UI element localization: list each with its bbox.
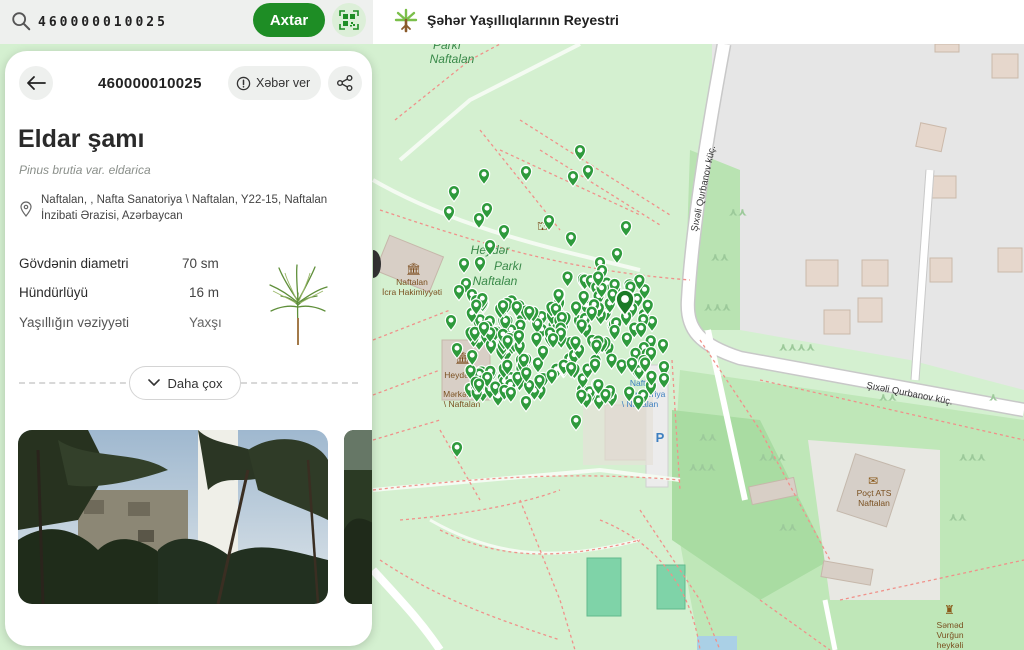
hakimiyyet-label-1: Naftalan (396, 277, 428, 287)
svg-text:🏛: 🏛 (406, 262, 421, 276)
svg-text:⋏ ⋏ ⋏ ⋏: ⋏ ⋏ ⋏ ⋏ (780, 342, 814, 352)
svg-text:⋏ ⋏ ⋏: ⋏ ⋏ ⋏ (705, 302, 730, 312)
share-icon (337, 75, 353, 91)
tree-id: 460000010025 (98, 75, 202, 92)
svg-text:✉: ✉ (868, 474, 878, 488)
search-icon (12, 12, 31, 31)
samad-label-1: Səməd (937, 620, 964, 630)
tree-common-name: Eldar şamı (18, 125, 145, 153)
svg-text:⋏ ⋏ ⋏: ⋏ ⋏ ⋏ (760, 452, 785, 462)
search-button[interactable]: Axtar (253, 3, 325, 37)
report-button[interactable]: Xəbər ver (228, 66, 321, 100)
qr-scan-button[interactable] (332, 3, 366, 37)
svg-text:⋏ ⋏: ⋏ ⋏ (780, 522, 796, 532)
show-more-button[interactable]: Daha çox (129, 366, 241, 400)
species-illustration (269, 264, 328, 345)
attr-label-condition: Yaşıllığın vəziyyəti (19, 315, 130, 330)
report-label: Xəbər ver (256, 76, 311, 90)
alert-circle-icon (236, 76, 251, 90)
hakimiyyet-label-2: İcra Hakimiyyəti (382, 287, 442, 297)
post-label-2: Naftalan (858, 498, 890, 508)
samad-label-2: Vurğun (936, 630, 963, 640)
svg-text:⋏ ⋏ ⋏: ⋏ ⋏ ⋏ (960, 452, 985, 462)
attr-label-diameter: Gövdənin diametri (19, 256, 129, 271)
park-label-top-2: Naftalan (430, 52, 475, 66)
tree-photo-next[interactable] (344, 430, 372, 604)
park-label-top-1: Parkı (433, 44, 461, 52)
attr-value-condition: Yaxşı (189, 315, 222, 330)
logo-icon (394, 8, 418, 33)
poi-samad-icon[interactable]: ♜ (944, 603, 955, 617)
share-button[interactable] (328, 66, 362, 100)
chevron-down-icon (147, 379, 160, 386)
back-button[interactable] (19, 66, 53, 100)
svg-text:⋏ ⋏: ⋏ ⋏ (950, 512, 966, 522)
park-label-mid-3: Naftalan (473, 274, 518, 288)
svg-text:⋏ ⋏: ⋏ ⋏ (730, 207, 746, 217)
svg-text:⋏ ⋏: ⋏ ⋏ (712, 252, 728, 262)
park-label-mid-2: Parkı (494, 259, 522, 273)
post-label-1: Poçt ATS (857, 488, 892, 498)
qr-code-icon (339, 10, 359, 30)
svg-text:⋏: ⋏ (990, 392, 997, 402)
svg-text:⋏ ⋏: ⋏ ⋏ (700, 432, 716, 442)
app-title: Şəhər Yaşıllıqlarının Reyestri (427, 12, 619, 28)
attr-value-height: 16 m (189, 285, 220, 300)
attr-label-height: Hündürlüyü (19, 285, 89, 300)
show-more-label: Daha çox (167, 375, 223, 391)
location-pin-icon (20, 201, 32, 217)
tree-address: Naftalan, , Nafta Sanatoriya \ Naftalan,… (41, 194, 328, 222)
attr-value-diameter: 70 sm (182, 256, 219, 271)
svg-text:♜: ♜ (944, 603, 955, 617)
search-bar: Axtar (0, 0, 373, 44)
tree-photo[interactable] (18, 430, 328, 604)
svg-text:⋏ ⋏ ⋏: ⋏ ⋏ ⋏ (690, 462, 715, 472)
brand[interactable]: Şəhər Yaşıllıqlarının Reyestri (393, 5, 619, 35)
poi-hakimiyyet-icon[interactable]: 🏛 (406, 262, 421, 276)
parking-label: P (656, 430, 665, 445)
samad-label-3: heykəli (937, 640, 964, 650)
top-bar: Axtar Şəhər Yaşıllıql (0, 0, 1024, 44)
poi-post-icon[interactable]: ✉ (868, 474, 878, 488)
arrow-left-icon (27, 76, 46, 90)
tree-latin-name: Pinus brutia var. eldarica (19, 163, 151, 177)
search-input[interactable] (38, 9, 243, 35)
tree-detail-panel: 460000010025 Xəbər ver Eldar şamı Pinus … (5, 51, 372, 646)
